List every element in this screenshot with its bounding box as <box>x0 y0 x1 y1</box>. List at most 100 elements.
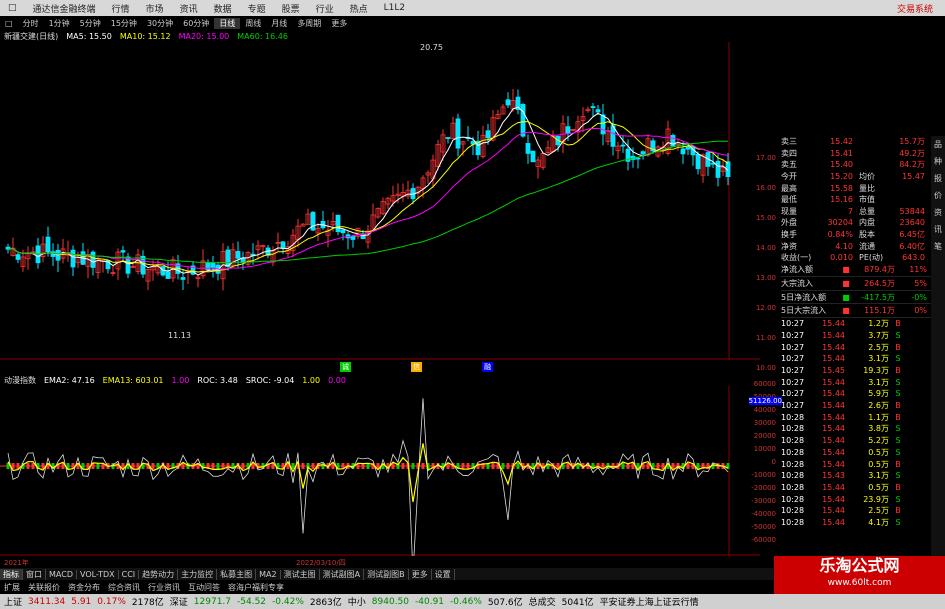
indicator-tab[interactable]: 指标 <box>0 568 23 580</box>
tick-side: B <box>895 459 901 469</box>
status-item: 507.6亿 <box>487 598 523 608</box>
period-button[interactable]: 日线 <box>214 17 241 29</box>
indicator-tab[interactable]: VOL-TDX <box>77 569 119 579</box>
status-item: -0.42% <box>272 596 304 607</box>
menu-item[interactable]: 行业 <box>308 2 342 15</box>
trade-system-label[interactable]: 交易系统 <box>897 2 945 15</box>
signal-bar <box>656 463 660 469</box>
menu-item[interactable]: 股票 <box>274 2 308 15</box>
signal-bar <box>506 463 510 469</box>
status-item: 0.17% <box>97 596 126 607</box>
period-button[interactable]: 分时 <box>18 18 44 29</box>
candle-body <box>680 148 686 155</box>
side-tab[interactable]: 价 <box>934 190 942 201</box>
info-tab[interactable]: 容海户福利专享 <box>224 582 288 593</box>
quote-value: 15.20 <box>830 172 853 182</box>
quote-label: 净资 <box>781 241 797 251</box>
flow-value: -417.5万 <box>861 292 895 302</box>
indicator-tab[interactable]: 更多 <box>409 568 432 580</box>
candle-body <box>620 144 626 147</box>
period-button[interactable]: 月线 <box>266 18 292 29</box>
side-tab[interactable]: 笔 <box>934 241 942 252</box>
menu-item[interactable]: 数据 <box>206 2 240 15</box>
tick-side: B <box>895 366 901 375</box>
signal-bar <box>226 463 230 469</box>
info-tab[interactable]: 资金分布 <box>64 582 104 593</box>
flow-row: 净流入额 ■ 879.4万 11% <box>781 264 931 278</box>
period-button[interactable]: 更多 <box>326 18 352 29</box>
indicator-tab[interactable]: 测试副图A <box>320 568 365 580</box>
quote-label: 均价 <box>859 172 875 182</box>
menu-item[interactable]: 通达信金融终端 <box>25 2 104 15</box>
candle-body <box>635 157 641 160</box>
period-button[interactable]: 多周期 <box>292 18 326 29</box>
status-item: 平安证券上海上证云行情 <box>599 598 699 608</box>
tick-time: 10:28 <box>781 482 805 492</box>
side-tabs[interactable]: 品种报价资讯笔 <box>931 136 945 566</box>
info-tab[interactable]: 关联报价 <box>24 582 64 593</box>
candle-body <box>310 211 316 231</box>
tick-time: 10:28 <box>781 412 805 422</box>
indicator-tab[interactable]: 测试副图B <box>364 568 409 580</box>
quote-value: 84.2万 <box>899 160 925 170</box>
quote-label: 最低 <box>781 195 797 205</box>
tick-side: S <box>895 389 901 399</box>
menu-item[interactable]: 热点 <box>342 2 376 15</box>
indicator-tick: 0 <box>771 458 776 466</box>
period-button[interactable]: 5分钟 <box>75 18 106 29</box>
quote-value: 7 <box>847 206 853 216</box>
menu-item[interactable]: □ <box>0 3 25 13</box>
info-tab[interactable]: 扩展 <box>0 582 24 593</box>
indicator-svg[interactable] <box>0 386 760 556</box>
indicator-tab[interactable]: 测试主图 <box>281 568 320 580</box>
side-tab[interactable]: 讯 <box>934 224 942 235</box>
indicator-tab[interactable]: 窗口 <box>23 568 46 580</box>
quote-label: 总量 <box>859 206 875 216</box>
quote-value: 15.41 <box>830 148 853 158</box>
signal-bar <box>491 463 495 469</box>
info-tab[interactable]: 综合资讯 <box>104 582 144 593</box>
tick-list[interactable]: 10:27 15.44 1.2万 B 10:27 15.44 3.7万 S 10:27 15.44… <box>781 318 931 528</box>
indicator-tab[interactable]: MA2 <box>256 569 281 579</box>
candle-body <box>165 271 171 279</box>
indicator-tab[interactable]: 设置 <box>432 568 455 580</box>
kline-chart[interactable]: 20.75 11.13 <box>0 42 760 360</box>
period-button[interactable]: 15分钟 <box>106 18 142 29</box>
candle-body <box>120 250 126 253</box>
signal-bar <box>421 463 425 469</box>
signal-bar <box>291 463 295 469</box>
side-tab[interactable]: 种 <box>934 156 942 167</box>
indicator-tab[interactable]: CCI <box>119 569 140 579</box>
tick-volume: 0.5万 <box>868 447 889 457</box>
watermark-url: www.60lt.com <box>827 578 892 588</box>
info-tab[interactable]: 行业资讯 <box>144 582 184 593</box>
indicator-value: 0.00 <box>328 375 346 385</box>
quote-value: 15.47 <box>902 172 925 182</box>
period-button[interactable]: 周线 <box>240 18 266 29</box>
menu-item[interactable]: 市场 <box>138 2 172 15</box>
indicator-tab[interactable]: 私募主图 <box>217 568 257 580</box>
ma-line <box>7 121 729 273</box>
side-tab[interactable]: 报 <box>934 173 942 184</box>
menu-item[interactable]: 资讯 <box>172 2 206 15</box>
tick-side: B <box>895 412 901 422</box>
indicator-tab[interactable]: 主力监控 <box>178 568 218 580</box>
tick-side: B <box>895 319 901 329</box>
tick-price: 15.44 <box>822 436 845 446</box>
menu-item[interactable]: 行情 <box>104 2 138 15</box>
menu-item[interactable]: 专题 <box>240 2 274 15</box>
side-tab[interactable]: 品 <box>934 139 942 150</box>
indicator-tab[interactable]: MACD <box>46 569 77 579</box>
kline-svg[interactable]: 20.75 11.13 <box>0 42 760 360</box>
period-button[interactable]: □ <box>0 19 18 28</box>
period-button[interactable]: 60分钟 <box>178 18 214 29</box>
quote-label: 收益(一) <box>781 253 812 263</box>
indicator-chart[interactable] <box>0 386 760 556</box>
menu-item[interactable]: L1L2 <box>376 3 413 13</box>
indicator-tick: 30000 <box>753 419 776 427</box>
period-button[interactable]: 30分钟 <box>142 18 178 29</box>
side-tab[interactable]: 资 <box>934 207 942 218</box>
period-button[interactable]: 1分钟 <box>44 18 75 29</box>
info-tab[interactable]: 互动问答 <box>184 582 224 593</box>
indicator-tab[interactable]: 趋势动力 <box>139 568 179 580</box>
